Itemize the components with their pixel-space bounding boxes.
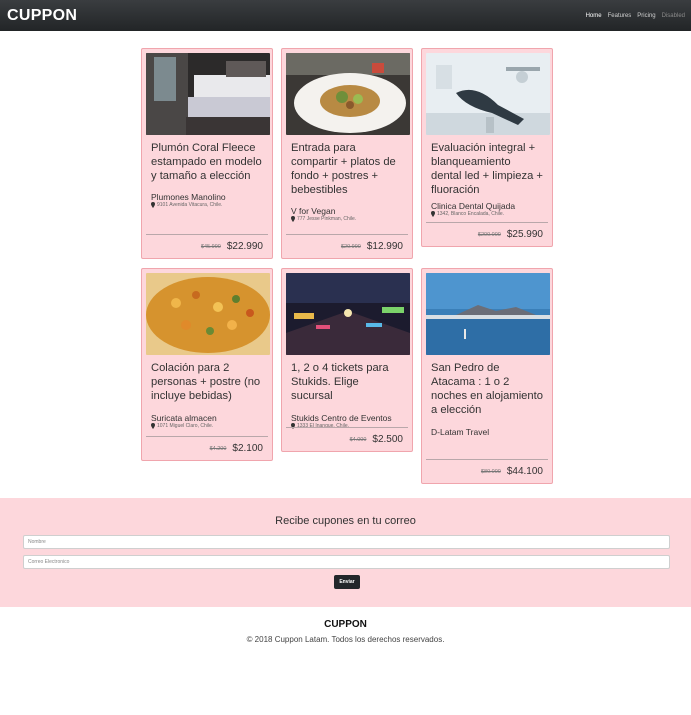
deal-price-row: $20.990 $12.990 xyxy=(286,234,408,258)
nav-links: Home Features Pricing Disabled xyxy=(586,13,685,19)
deal-image-food-plate xyxy=(286,53,410,135)
deal-address: 777 Jesse Pinkman, Chile. xyxy=(286,216,408,222)
deal-address: 1342, Blanco Encalada, Chile. xyxy=(426,211,548,217)
brand-logo[interactable]: CUPPON xyxy=(7,7,77,25)
deal-vendor: V for Vegan xyxy=(291,206,336,216)
deal-address-text: 1071 Miguel Claro, Chile. xyxy=(157,423,214,429)
deal-vendor: Clinica Dental Quijada xyxy=(431,201,516,211)
deal-vendor: Plumones Manolino xyxy=(151,192,226,202)
deal-vendor: Suricata almacen xyxy=(151,413,217,423)
deal-card[interactable]: Evaluación integral + blanqueamiento den… xyxy=(421,48,553,247)
deal-price-row: $4.200 $2.100 xyxy=(146,436,268,460)
deal-address-text: 9101 Avenida Vitacura, Chile. xyxy=(157,202,223,208)
deal-price: $2.500 xyxy=(372,434,403,445)
map-pin-icon xyxy=(151,202,155,208)
deal-title[interactable]: San Pedro de Atacama : 1 o 2 noches en a… xyxy=(426,361,548,417)
map-pin-icon xyxy=(431,211,435,217)
nav-pricing[interactable]: Pricing xyxy=(637,13,655,19)
deal-old-price: $4.000 xyxy=(349,436,367,443)
deal-old-price: $45.990 xyxy=(200,243,221,250)
deal-old-price: $20.990 xyxy=(340,243,361,250)
email-input[interactable]: Correo Electronico xyxy=(23,555,670,569)
deal-price: $44.100 xyxy=(506,466,543,477)
name-input[interactable]: Nombre xyxy=(23,535,670,549)
deal-address: 1071 Miguel Claro, Chile. xyxy=(146,423,268,429)
deal-price: $25.990 xyxy=(506,229,543,240)
deal-image-amusement-lights xyxy=(286,273,410,355)
deal-price: $22.990 xyxy=(226,241,263,252)
deal-price-row: $200.000 $25.990 xyxy=(426,222,548,246)
deal-title[interactable]: Plumón Coral Fleece estampado en modelo … xyxy=(146,141,268,183)
nav-disabled: Disabled xyxy=(661,12,685,19)
deal-image-salt-flat-landscape xyxy=(426,273,550,355)
nav-home[interactable]: Home xyxy=(586,13,602,19)
subscribe-section: Recibe cupones en tu correo Nombre Corre… xyxy=(0,498,691,607)
deal-card[interactable]: Entrada para compartir + platos de fondo… xyxy=(281,48,413,259)
deal-old-price: $80.000 xyxy=(480,468,501,475)
deal-image-chickpea-dish xyxy=(146,273,270,355)
nav-features[interactable]: Features xyxy=(608,13,632,19)
deal-address-text: 777 Jesse Pinkman, Chile. xyxy=(297,216,357,222)
deal-title[interactable]: Evaluación integral + blanqueamiento den… xyxy=(426,141,548,197)
navbar: CUPPON Home Features Pricing Disabled xyxy=(0,0,691,31)
deal-price: $2.100 xyxy=(232,443,263,454)
deal-vendor: D-Latam Travel xyxy=(431,427,490,437)
deal-card[interactable]: 1, 2 o 4 tickets para Stukids. Elige suc… xyxy=(281,268,413,452)
footer-brand: CUPPON xyxy=(324,619,367,630)
deal-title[interactable]: Entrada para compartir + platos de fondo… xyxy=(286,141,408,197)
deal-price-row: $45.990 $22.990 xyxy=(146,234,268,258)
deal-price-row: $80.000 $44.100 xyxy=(426,459,548,483)
footer-copyright: © 2018 Cuppon Latam. Todos los derechos … xyxy=(246,635,445,644)
deal-address: 9101 Avenida Vitacura, Chile. xyxy=(146,202,268,208)
deal-image-dental-chair xyxy=(426,53,550,135)
deal-old-price: $200.000 xyxy=(477,231,501,238)
deal-card[interactable]: San Pedro de Atacama : 1 o 2 noches en a… xyxy=(421,268,553,484)
subscribe-title: Recibe cupones en tu correo xyxy=(275,515,416,527)
deal-address-text: 1342, Blanco Encalada, Chile. xyxy=(437,211,504,217)
deal-price-row: $4.000 $2.500 xyxy=(286,427,408,451)
deal-image-bedroom xyxy=(146,53,270,135)
send-button[interactable]: Enviar xyxy=(334,575,360,589)
deal-card[interactable]: Colación para 2 personas + postre (no in… xyxy=(141,268,273,461)
deal-title[interactable]: Colación para 2 personas + postre (no in… xyxy=(146,361,268,403)
deal-price: $12.990 xyxy=(366,241,403,252)
deal-title[interactable]: 1, 2 o 4 tickets para Stukids. Elige suc… xyxy=(286,361,408,403)
map-pin-icon xyxy=(151,423,155,429)
map-pin-icon xyxy=(291,216,295,222)
deal-card[interactable]: Plumón Coral Fleece estampado en modelo … xyxy=(141,48,273,259)
deal-vendor: Stukids Centro de Eventos xyxy=(291,413,392,423)
deal-old-price: $4.200 xyxy=(209,445,227,452)
